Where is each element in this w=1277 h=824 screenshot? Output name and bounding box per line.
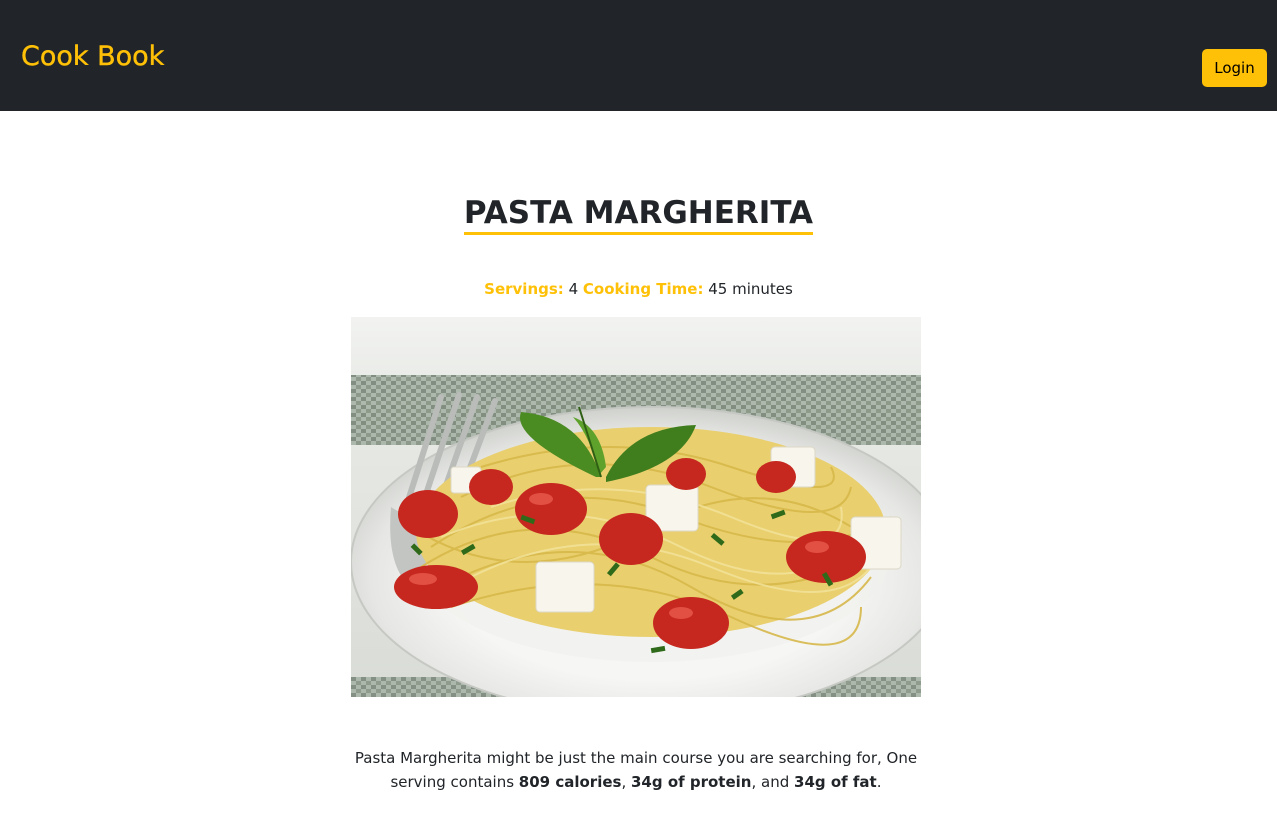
description-end: . [876, 773, 882, 791]
recipe-meta: Servings: 4 Cooking Time: 45 minutes [0, 279, 1277, 300]
navbar: Cook Book Login [0, 0, 1277, 111]
calories-value: 809 calories [518, 773, 622, 791]
cooking-time-label: Cooking Time: [582, 280, 704, 298]
login-button[interactable]: Login [1202, 49, 1267, 87]
recipe-image [351, 317, 921, 697]
servings-value: 4 [568, 280, 579, 298]
recipe-title: PASTA MARGHERITA [463, 194, 814, 235]
protein-value: 34g of protein [630, 773, 752, 791]
description-sep-2: , and [751, 773, 795, 791]
servings-label: Servings: [484, 280, 564, 298]
cooking-time-value: 45 minutes [708, 280, 793, 298]
description-sep-1: , [621, 773, 631, 791]
brand-link[interactable]: Cook Book [21, 38, 165, 76]
recipe-description: Pasta Margherita might be just the main … [351, 746, 921, 794]
recipe-title-container: PASTA MARGHERITA [0, 193, 1277, 235]
fat-value: 34g of fat [794, 773, 877, 791]
